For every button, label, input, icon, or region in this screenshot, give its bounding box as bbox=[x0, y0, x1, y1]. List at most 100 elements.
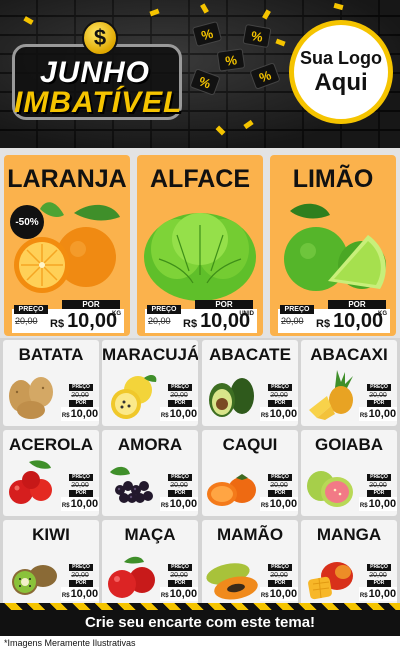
price-tag: POR PREÇO 20,00 R$ 10,00 KG bbox=[278, 300, 390, 333]
lettuce-icon bbox=[144, 213, 256, 301]
new-price: R$10,00 bbox=[160, 407, 198, 421]
highlight-card-laranja[interactable]: LARANJA -50% POR PREÇO 20,00 R$ 10,00 KG bbox=[4, 155, 130, 336]
price-value: 10,00 bbox=[368, 498, 397, 510]
guava-icon bbox=[307, 471, 353, 507]
product-card-mamao[interactable]: MAMÃO PREÇO 20,00 POR R$10,00 bbox=[202, 520, 298, 606]
product-card-kiwi[interactable]: KIWI PREÇO 20,00 POR R$10,00 bbox=[3, 520, 99, 606]
price-value: 10,00 bbox=[269, 498, 298, 510]
product-card-acerola[interactable]: ACEROLA PREÇO 20,00 POR R$10,00 bbox=[3, 430, 99, 516]
kiwi-icon bbox=[12, 565, 57, 595]
por-label: POR bbox=[69, 490, 93, 497]
price-value: 10,00 bbox=[70, 588, 99, 600]
product-grid: BATATA PREÇO 20,00 POR R$10,00 MARACUJÁ … bbox=[0, 338, 400, 608]
highlight-card-alface[interactable]: ALFACE POR PREÇO 20,00 R$ 10,00 UNID bbox=[137, 155, 263, 336]
product-card-abacate[interactable]: ABACATE PREÇO 20,00 POR R$10,00 bbox=[202, 340, 298, 426]
preco-label: PREÇO bbox=[168, 564, 192, 571]
new-price: R$10,00 bbox=[50, 310, 117, 333]
product-card-maracuja[interactable]: MARACUJÁ PREÇO 20,00 POR R$10,00 bbox=[102, 340, 198, 426]
product-name: ACEROLA bbox=[8, 435, 94, 454]
product-name: KIWI bbox=[32, 525, 70, 544]
new-price: R$10,00 bbox=[359, 407, 397, 421]
currency-label: R$ bbox=[359, 503, 368, 509]
product-card-caqui[interactable]: CAQUI PREÇO 20,00 POR R$10,00 bbox=[202, 430, 298, 516]
old-price: 20,00 bbox=[281, 316, 304, 326]
passion-fruit-icon bbox=[111, 375, 157, 419]
percent-tag-icon: % bbox=[216, 48, 246, 72]
price-tag: PREÇO 20,00 POR R$10,00 bbox=[160, 384, 198, 422]
new-price: R$10,00 bbox=[160, 497, 198, 511]
old-price: 20,00 bbox=[270, 572, 288, 579]
preco-label: PREÇO bbox=[367, 474, 391, 481]
old-price: 20,00 bbox=[71, 392, 89, 399]
currency-label: R$ bbox=[61, 503, 70, 509]
apple-icon bbox=[108, 556, 155, 598]
papaya-icon bbox=[206, 563, 258, 600]
price-tag: PREÇO 20,00 POR R$10,00 bbox=[61, 474, 99, 512]
confetti-piece bbox=[262, 9, 271, 20]
new-price: R$10,00 bbox=[260, 497, 298, 511]
product-card-goiaba[interactable]: GOIABA PREÇO 20,00 POR R$10,00 bbox=[301, 430, 397, 516]
preco-label: PREÇO bbox=[280, 305, 314, 314]
currency-label: R$ bbox=[359, 413, 368, 419]
price-value: 10,00 bbox=[333, 310, 384, 332]
product-name: MAÇA bbox=[124, 525, 176, 544]
confetti-piece bbox=[149, 8, 160, 17]
preco-label: PREÇO bbox=[268, 384, 292, 391]
new-price: R$10,00 bbox=[260, 587, 298, 601]
preco-label: PREÇO bbox=[268, 474, 292, 481]
por-label: POR bbox=[367, 400, 391, 407]
product-card-maca[interactable]: MAÇA PREÇO 20,00 POR R$10,00 bbox=[102, 520, 198, 606]
product-card-manga[interactable]: MANGA PREÇO 20,00 POR R$10,00 bbox=[301, 520, 397, 606]
price-tag: PREÇO 20,00 POR R$10,00 bbox=[160, 564, 198, 602]
percent-tag-icon: % bbox=[242, 23, 272, 49]
preco-label: PREÇO bbox=[69, 474, 93, 481]
price-tag: PREÇO 20,00 POR R$10,00 bbox=[260, 384, 298, 422]
product-name: ABACATE bbox=[209, 345, 291, 364]
preco-label: PREÇO bbox=[168, 384, 192, 391]
confetti-piece bbox=[200, 3, 209, 14]
price-box: PREÇO 20,00 R$ 10,00 KG bbox=[278, 305, 390, 333]
hazard-stripe bbox=[0, 603, 400, 610]
currency-label: R$ bbox=[160, 593, 169, 599]
product-card-batata[interactable]: BATATA PREÇO 20,00 POR R$10,00 bbox=[3, 340, 99, 426]
product-name: AMORA bbox=[117, 435, 183, 454]
new-price: R$10,00 bbox=[61, 587, 99, 601]
new-price: R$10,00 bbox=[260, 407, 298, 421]
logo-text-line1: Sua Logo bbox=[300, 47, 382, 68]
dollar-coin-icon: $ bbox=[82, 20, 118, 56]
old-price: 20,00 bbox=[148, 316, 171, 326]
price-tag: PREÇO 20,00 POR R$10,00 bbox=[260, 564, 298, 602]
price-value: 10,00 bbox=[269, 588, 298, 600]
por-label: POR bbox=[168, 400, 192, 407]
price-tag: PREÇO 20,00 POR R$10,00 bbox=[160, 474, 198, 512]
currency-label: R$ bbox=[61, 413, 70, 419]
product-card-abacaxi[interactable]: ABACAXI PREÇO 20,00 POR R$10,00 bbox=[301, 340, 397, 426]
logo-placeholder[interactable]: Sua Logo Aqui bbox=[289, 20, 393, 124]
product-name: ALFACE bbox=[150, 165, 250, 193]
confetti-piece bbox=[243, 119, 254, 130]
price-value: 10,00 bbox=[368, 588, 397, 600]
persimmon-icon bbox=[207, 474, 256, 506]
product-name: LARANJA bbox=[7, 165, 127, 193]
por-label: POR bbox=[69, 400, 93, 407]
percent-tag-icon: % bbox=[249, 62, 281, 90]
price-value: 10,00 bbox=[169, 588, 198, 600]
product-card-amora[interactable]: AMORA PREÇO 20,00 POR R$10,00 bbox=[102, 430, 198, 516]
highlight-card-limao[interactable]: LIMÃO POR PREÇO 20,00 R$ 10,00 KG bbox=[270, 155, 396, 336]
new-price: R$10,00 bbox=[316, 310, 383, 333]
acerola-icon bbox=[9, 460, 52, 504]
promo-title-line2: IMBATÍVEL bbox=[14, 86, 183, 119]
preco-label: PREÇO bbox=[367, 384, 391, 391]
product-name: MARACUJÁ bbox=[102, 345, 198, 364]
currency-label: R$ bbox=[160, 413, 169, 419]
price-tag: POR PREÇO 20,00 R$ 10,00 UNID bbox=[145, 300, 257, 333]
cta-banner[interactable]: Crie seu encarte com este tema! bbox=[0, 610, 400, 636]
blackberry-icon bbox=[110, 466, 153, 503]
currency-label: R$ bbox=[359, 593, 368, 599]
price-value: 10,00 bbox=[269, 408, 298, 420]
por-label: POR bbox=[367, 490, 391, 497]
old-price: 20,00 bbox=[369, 392, 387, 399]
product-name: MAMÃO bbox=[216, 525, 284, 544]
por-label: POR bbox=[69, 580, 93, 587]
old-price: 20,00 bbox=[15, 316, 38, 326]
